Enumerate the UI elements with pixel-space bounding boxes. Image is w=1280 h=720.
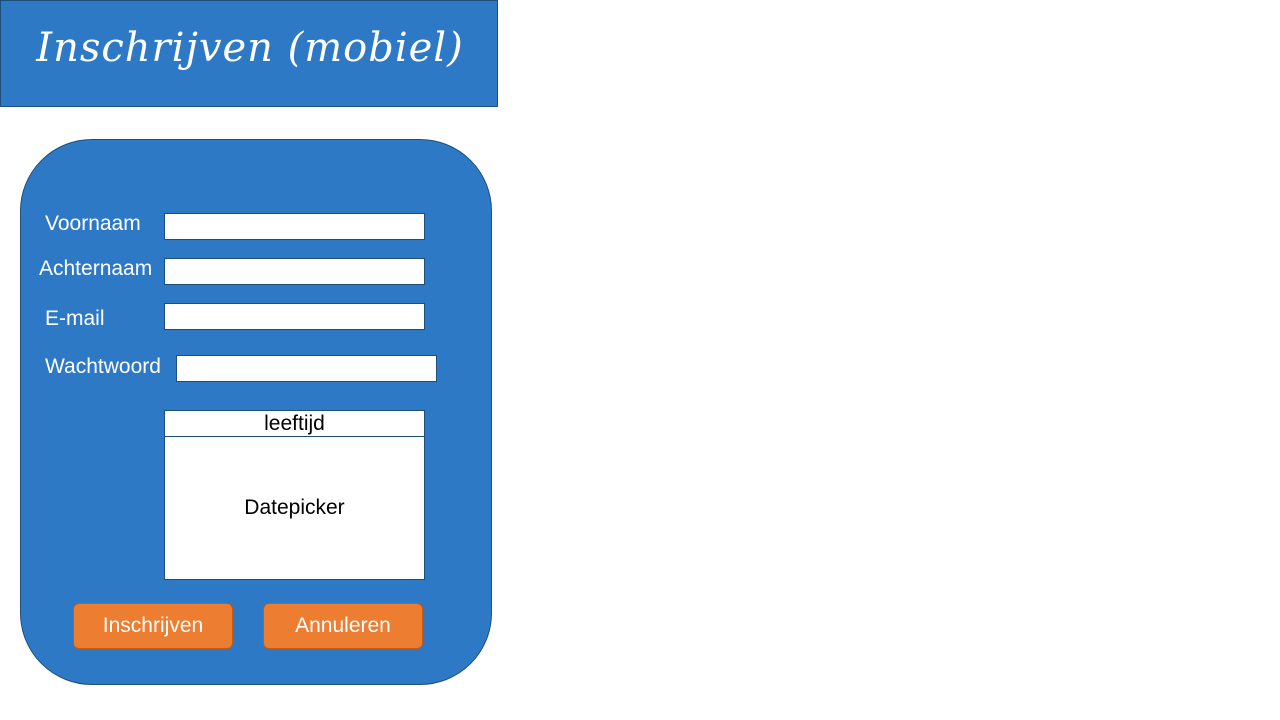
age-datepicker[interactable]: leeftijd Datepicker bbox=[164, 410, 425, 580]
age-label: leeftijd bbox=[165, 411, 424, 437]
first-name-label: Voornaam bbox=[45, 212, 141, 235]
header-banner: Inschrijven (mobiel) bbox=[0, 0, 498, 107]
password-field[interactable] bbox=[176, 355, 437, 382]
password-label: Wachtwoord bbox=[45, 355, 161, 378]
datepicker-widget[interactable]: Datepicker bbox=[165, 437, 424, 579]
email-label: E-mail bbox=[45, 307, 105, 330]
last-name-field[interactable] bbox=[164, 258, 425, 285]
last-name-label: Achternaam bbox=[39, 257, 153, 280]
page-title: Inschrijven (mobiel) bbox=[36, 25, 464, 71]
register-button[interactable]: Inschrijven bbox=[73, 603, 233, 649]
email-field[interactable] bbox=[164, 303, 425, 330]
cancel-button[interactable]: Annuleren bbox=[263, 603, 423, 649]
first-name-field[interactable] bbox=[164, 213, 425, 240]
